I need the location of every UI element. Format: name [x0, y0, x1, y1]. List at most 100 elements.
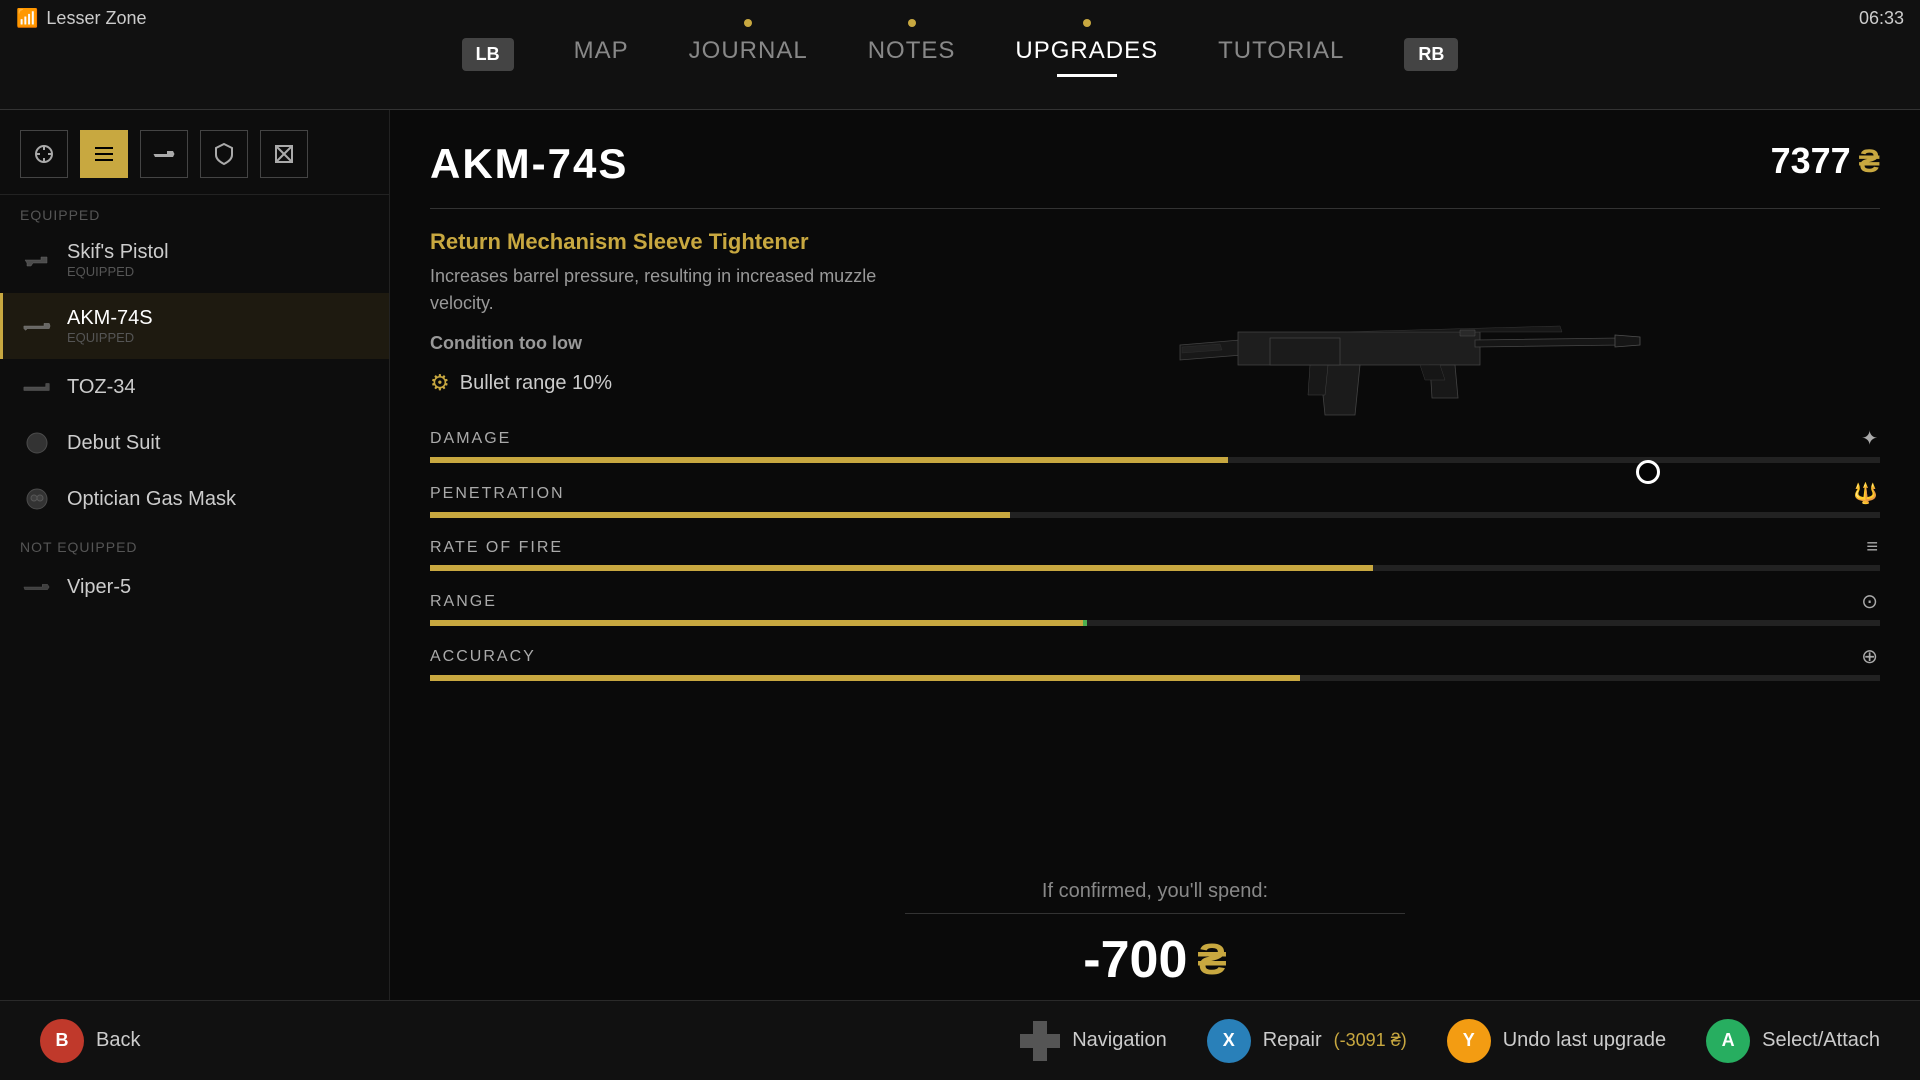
pistol-name: Skif's Pistol: [67, 241, 169, 264]
lb-button[interactable]: LB: [462, 38, 514, 71]
penetration-bar-fill: [430, 512, 1010, 518]
stat-rof-text: RATE OF FIRE: [430, 539, 563, 557]
confirm-divider: [905, 913, 1405, 914]
y-button[interactable]: Y: [1447, 1019, 1491, 1063]
akm-sub: Equipped: [67, 330, 153, 345]
undo-label: Undo last upgrade: [1503, 1029, 1666, 1052]
tab-tutorial-label: Tutorial: [1218, 37, 1344, 64]
x-button[interactable]: X: [1207, 1019, 1251, 1063]
top-bar: 📶 Lesser Zone 06:33 LB Map Journal Notes…: [0, 0, 1920, 110]
select-action[interactable]: A Select/Attach: [1706, 1019, 1880, 1063]
pistol-sub: Equipped: [67, 264, 169, 279]
nav-tabs: LB Map Journal Notes Upgrades Tutorial R…: [462, 37, 1459, 73]
right-actions: Navigation X Repair (-3091 ₴) Y Undo las…: [1020, 1019, 1880, 1063]
gasmask-icon: [23, 485, 51, 513]
range-marker: [1083, 620, 1087, 626]
tab-map[interactable]: Map: [574, 37, 629, 73]
navigation-action[interactable]: Navigation: [1020, 1021, 1167, 1061]
tab-map-label: Map: [574, 37, 629, 64]
cost-symbol: ₴: [1197, 935, 1226, 985]
stat-penetration-text: PENETRATION: [430, 485, 565, 503]
icon-gun[interactable]: [140, 130, 188, 178]
range-icon: ⊙: [1861, 589, 1880, 614]
navigation-label: Navigation: [1072, 1029, 1167, 1052]
tab-notes-label: Notes: [868, 37, 956, 64]
journal-dot: [744, 19, 752, 27]
repair-label: Repair: [1263, 1029, 1322, 1052]
main-layout: Equipped Skif's Pistol Equipped AKM-74S …: [0, 110, 1920, 1000]
tab-upgrades-label: Upgrades: [1015, 37, 1158, 64]
undo-action[interactable]: Y Undo last upgrade: [1447, 1019, 1666, 1063]
back-label: Back: [96, 1029, 140, 1052]
select-indicator: [1636, 460, 1660, 484]
viper-icon: [23, 573, 51, 601]
sidebar-item-toz[interactable]: TOZ-34: [0, 359, 389, 415]
currency-amount: 7377: [1771, 140, 1851, 182]
time-display: 06:33: [1859, 8, 1904, 29]
currency-display: 7377 ₴: [1771, 140, 1880, 182]
pistol-icon: [23, 246, 51, 274]
rof-icon: ≡: [1866, 536, 1880, 559]
toz-icon: [23, 373, 51, 401]
suit-name: Debut Suit: [67, 432, 160, 455]
accuracy-icon: ⊕: [1861, 644, 1880, 669]
gear-icon: ⚙: [430, 370, 450, 396]
equipped-label: Equipped: [0, 195, 389, 227]
viper-name: Viper-5: [67, 576, 131, 599]
signal-icon: 📶: [16, 8, 38, 29]
repair-cost: (-3091 ₴): [1334, 1030, 1407, 1051]
stat-accuracy-text: ACCURACY: [430, 648, 536, 666]
sidebar-item-akm[interactable]: AKM-74S Equipped: [0, 293, 389, 359]
content-header: AKM-74S 7377 ₴: [430, 140, 1880, 188]
rb-button[interactable]: RB: [1404, 38, 1458, 71]
sidebar-item-gasmask[interactable]: Optician Gas Mask: [0, 471, 389, 527]
cost-amount: -700: [1083, 930, 1187, 990]
zone-label: Lesser Zone: [46, 8, 146, 29]
confirm-cost: -700 ₴: [390, 930, 1920, 990]
stat-bonus-text: Bullet range 10%: [460, 372, 612, 395]
tab-upgrades[interactable]: Upgrades: [1015, 37, 1158, 73]
damage-icon: ✦: [1861, 426, 1880, 451]
tab-notes[interactable]: Notes: [868, 37, 956, 73]
confirmation-area: If confirmed, you'll spend: -700 ₴: [390, 880, 1920, 990]
upgrade-description: Increases barrel pressure, resulting in …: [430, 263, 930, 317]
a-button[interactable]: A: [1706, 1019, 1750, 1063]
tab-journal-label: Journal: [689, 37, 808, 64]
tab-tutorial[interactable]: Tutorial: [1218, 37, 1344, 73]
damage-bar-fill: [430, 457, 1228, 463]
header-divider: [430, 208, 1880, 209]
bottom-bar: B Back Navigation X Repair (-3091 ₴) Y U…: [0, 1000, 1920, 1080]
weapon-title: AKM-74S: [430, 140, 628, 188]
weapon-svg: [1160, 210, 1660, 490]
icon-shield[interactable]: [200, 130, 248, 178]
icon-crosshair[interactable]: [20, 130, 68, 178]
dpad-icon: [1020, 1021, 1060, 1061]
stat-damage-text: DAMAGE: [430, 430, 511, 448]
sidebar-item-suit[interactable]: Debut Suit: [0, 415, 389, 471]
not-equipped-label: Not equipped: [0, 527, 389, 559]
zone-status: 📶 Lesser Zone: [16, 8, 146, 29]
confirm-text: If confirmed, you'll spend:: [390, 880, 1920, 903]
b-button[interactable]: B: [40, 1019, 84, 1063]
akm-icon: [23, 312, 51, 340]
notes-dot: [908, 19, 916, 27]
akm-name: AKM-74S: [67, 307, 153, 330]
gasmask-name: Optician Gas Mask: [67, 488, 236, 511]
select-label: Select/Attach: [1762, 1029, 1880, 1052]
sidebar-item-viper[interactable]: Viper-5: [0, 559, 389, 615]
sidebar: Equipped Skif's Pistol Equipped AKM-74S …: [0, 110, 390, 1000]
content-area: AKM-74S 7377 ₴ Return Mechanism Sleeve T…: [390, 110, 1920, 1000]
sidebar-icons: [0, 120, 389, 195]
sidebar-item-pistol[interactable]: Skif's Pistol Equipped: [0, 227, 389, 293]
currency-icon: ₴: [1859, 143, 1880, 180]
back-action[interactable]: B Back: [40, 1019, 140, 1063]
tab-journal[interactable]: Journal: [689, 37, 808, 73]
repair-action[interactable]: X Repair (-3091 ₴): [1207, 1019, 1407, 1063]
toz-name: TOZ-34: [67, 376, 136, 399]
icon-list[interactable]: [80, 130, 128, 178]
icon-target[interactable]: [260, 130, 308, 178]
suit-icon: [23, 429, 51, 457]
accuracy-bar-fill: [430, 675, 1300, 681]
weapon-visual: UPGRADES ↔ ···: [1160, 210, 1860, 660]
range-bar-fill: [430, 620, 1083, 626]
